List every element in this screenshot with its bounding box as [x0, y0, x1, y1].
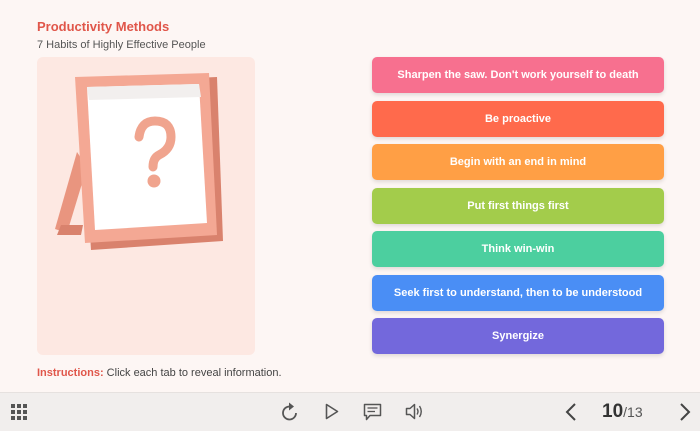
tab-think-win-win[interactable]: Think win-win: [372, 231, 664, 267]
notes-icon[interactable]: [363, 403, 382, 421]
tab-list: Sharpen the saw. Don't work yourself to …: [372, 57, 664, 362]
next-arrow-icon[interactable]: [679, 402, 691, 422]
slide: Productivity Methods 7 Habits of Highly …: [0, 0, 700, 392]
menu-grid-icon[interactable]: [11, 404, 27, 420]
tab-seek-first-to-understand[interactable]: Seek first to understand, then to be und…: [372, 274, 664, 311]
page-title: Productivity Methods: [37, 19, 170, 34]
tab-synergize[interactable]: Synergize: [372, 318, 664, 354]
prev-arrow-icon[interactable]: [565, 402, 577, 422]
page-indicator: 10/13: [602, 401, 643, 423]
tab-put-first-things-first[interactable]: Put first things first: [372, 187, 664, 224]
image-panel: [37, 57, 255, 355]
total-pages: /13: [623, 404, 643, 420]
tab-be-proactive[interactable]: Be proactive: [372, 100, 664, 137]
question-mark-frame-icon: [55, 73, 223, 250]
instructions-label: Instructions:: [37, 367, 104, 379]
replay-icon[interactable]: [281, 402, 299, 422]
tab-sharpen-the-saw[interactable]: Sharpen the saw. Don't work yourself to …: [372, 57, 664, 93]
instructions: Instructions: Click each tab to reveal i…: [37, 367, 282, 379]
page-subtitle: 7 Habits of Highly Effective People: [37, 39, 206, 51]
tab-begin-with-end[interactable]: Begin with an end in mind: [372, 144, 664, 180]
play-icon[interactable]: [325, 403, 339, 420]
player-toolbar: 10/13: [0, 392, 700, 431]
instructions-text: Click each tab to reveal information.: [103, 367, 282, 379]
current-page: 10: [602, 401, 624, 422]
volume-icon[interactable]: [405, 403, 424, 420]
